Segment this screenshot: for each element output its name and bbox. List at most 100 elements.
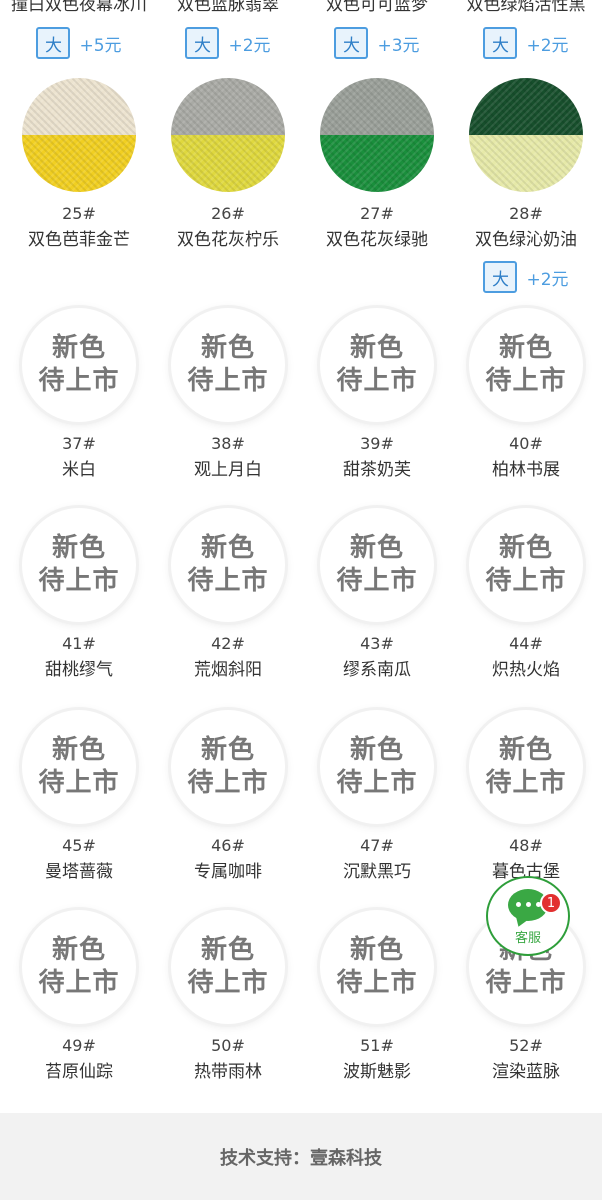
coming-soon-placeholder: 新色待上市 xyxy=(320,308,434,422)
coming-soon-placeholder: 新色待上市 xyxy=(469,710,583,824)
color-number: 49# xyxy=(62,1036,96,1055)
color-name: 曼塔蔷薇 xyxy=(45,862,113,882)
color-name: 甜茶奶芙 xyxy=(343,460,411,480)
placeholder-line1: 新色 xyxy=(498,533,553,563)
upcoming-color-item[interactable]: 新色 待上市 47# 沉默黑巧 xyxy=(302,710,452,883)
coming-soon-placeholder: 新色待上市 xyxy=(22,710,136,824)
placeholder-line2: 待上市 xyxy=(187,366,269,396)
placeholder-line2: 待上市 xyxy=(485,968,567,998)
color-number: 47# xyxy=(360,836,394,855)
color-name: 双色芭菲金芒 xyxy=(28,230,130,250)
color-number: 27# xyxy=(360,204,394,223)
placeholder-line2: 待上市 xyxy=(485,566,567,596)
service-label: 客服 xyxy=(514,930,541,946)
upcoming-color-item[interactable]: 新色 待上市 46# 专属咖啡 xyxy=(153,710,303,883)
customer-service-button[interactable]: 客服 1 xyxy=(486,876,570,956)
color-swatch-item[interactable]: 25# 双色芭菲金芒 xyxy=(4,78,154,251)
placeholder-line2: 待上市 xyxy=(485,366,567,396)
color-swatch-item[interactable]: 26# 双色花灰柠乐 xyxy=(153,78,303,251)
placeholder-line2: 待上市 xyxy=(38,366,120,396)
color-name: 双色可可蓝梦 xyxy=(326,0,428,15)
color-number: 42# xyxy=(211,634,245,653)
color-number: 40# xyxy=(509,434,543,453)
placeholder-line1: 新色 xyxy=(51,735,106,765)
color-option-top-4[interactable]: 双色绿焰活性黑 大 +2元 xyxy=(451,0,601,61)
size-tag: 大 xyxy=(483,27,518,59)
fabric-swatch xyxy=(171,78,285,192)
color-number: 52# xyxy=(509,1036,543,1055)
upcoming-color-item[interactable]: 新色 待上市 44# 炽热火焰 xyxy=(451,508,601,681)
upcoming-color-item[interactable]: 新色 待上市 42# 荒烟斜阳 xyxy=(153,508,303,681)
upcoming-color-item[interactable]: 新色 待上市 37# 米白 xyxy=(4,308,154,481)
upcoming-color-item[interactable]: 新色 待上市 38# 观上月白 xyxy=(153,308,303,481)
color-swatch-item[interactable]: 27# 双色花灰绿驰 xyxy=(302,78,452,251)
placeholder-line2: 待上市 xyxy=(187,968,269,998)
placeholder-line2: 待上市 xyxy=(38,566,120,596)
color-number: 39# xyxy=(360,434,394,453)
upcoming-color-item[interactable]: 新色 待上市 51# 波斯魅影 xyxy=(302,910,452,1083)
color-swatch-item[interactable]: 28# 双色绿沁奶油大 +2元 xyxy=(451,78,601,295)
coming-soon-placeholder: 新色待上市 xyxy=(171,710,285,824)
coming-soon-placeholder: 新色待上市 xyxy=(171,910,285,1024)
color-name: 荒烟斜阳 xyxy=(194,660,262,680)
color-number: 43# xyxy=(360,634,394,653)
placeholder-line2: 待上市 xyxy=(187,566,269,596)
coming-soon-placeholder: 新色待上市 xyxy=(320,710,434,824)
coming-soon-placeholder: 新色待上市 xyxy=(320,910,434,1024)
color-name: 双色绿焰活性黑 xyxy=(466,0,586,15)
color-name: 沉默黑巧 xyxy=(343,862,411,882)
upcoming-color-item[interactable]: 新色 待上市 40# 柏林书展 xyxy=(451,308,601,481)
upcoming-color-item[interactable]: 新色 待上市 45# 曼塔蔷薇 xyxy=(4,710,154,883)
size-tag: 大 xyxy=(334,27,369,59)
price-addon: +2元 xyxy=(228,35,271,56)
color-number: 48# xyxy=(509,836,543,855)
upcoming-color-item[interactable]: 新色 待上市 50# 热带雨林 xyxy=(153,910,303,1083)
color-number: 45# xyxy=(62,836,96,855)
placeholder-line1: 新色 xyxy=(498,333,553,363)
color-name: 观上月白 xyxy=(194,460,262,480)
placeholder-line1: 新色 xyxy=(200,533,255,563)
upcoming-color-item[interactable]: 新色 待上市 49# 苔原仙踪 xyxy=(4,910,154,1083)
placeholder-line1: 新色 xyxy=(349,735,404,765)
coming-soon-placeholder: 新色待上市 xyxy=(469,308,583,422)
color-name: 双色蓝脉翡翠 xyxy=(177,0,279,15)
color-option-top-2[interactable]: 双色蓝脉翡翠 大 +2元 xyxy=(153,0,303,61)
color-option-top-1[interactable]: 撞白双色夜幕冰川 大 +5元 xyxy=(4,0,154,61)
upcoming-color-item[interactable]: 新色 待上市 39# 甜茶奶芙 xyxy=(302,308,452,481)
color-name: 米白 xyxy=(62,460,96,480)
color-name: 双色花灰绿驰 xyxy=(326,230,428,250)
tech-support-text: 技术支持：壹森科技 xyxy=(220,1147,382,1169)
placeholder-line1: 新色 xyxy=(200,735,255,765)
placeholder-line2: 待上市 xyxy=(336,968,418,998)
placeholder-line2: 待上市 xyxy=(485,768,567,798)
placeholder-line2: 待上市 xyxy=(187,768,269,798)
color-name: 专属咖啡 xyxy=(194,862,262,882)
size-tag: 大 xyxy=(36,27,71,59)
coming-soon-placeholder: 新色待上市 xyxy=(171,508,285,622)
color-number: 44# xyxy=(509,634,543,653)
color-number: 38# xyxy=(211,434,245,453)
upcoming-color-item[interactable]: 新色 待上市 43# 缪系南瓜 xyxy=(302,508,452,681)
color-name: 苔原仙踪 xyxy=(45,1062,113,1082)
color-name: 撞白双色夜幕冰川 xyxy=(11,0,147,15)
coming-soon-placeholder: 新色待上市 xyxy=(22,508,136,622)
color-name: 热带雨林 xyxy=(194,1062,262,1082)
coming-soon-placeholder: 新色待上市 xyxy=(320,508,434,622)
fabric-swatch xyxy=(469,78,583,192)
placeholder-line2: 待上市 xyxy=(38,968,120,998)
color-option-top-3[interactable]: 双色可可蓝梦 大 +3元 xyxy=(302,0,452,61)
coming-soon-placeholder: 新色待上市 xyxy=(22,308,136,422)
upcoming-color-item[interactable]: 新色 待上市 41# 甜桃缪气 xyxy=(4,508,154,681)
color-number: 26# xyxy=(211,204,245,223)
top-color-row: 撞白双色夜幕冰川 大 +5元 双色蓝脉翡翠 大 +2元 双色可可蓝梦 大 +3元… xyxy=(0,0,602,70)
color-name: 甜桃缪气 xyxy=(45,660,113,680)
upcoming-color-item[interactable]: 新色 待上市 48# 暮色古堡 xyxy=(451,710,601,883)
color-name: 双色花灰柠乐 xyxy=(177,230,279,250)
color-number: 41# xyxy=(62,634,96,653)
placeholder-line2: 待上市 xyxy=(38,768,120,798)
color-name: 双色绿沁奶油 xyxy=(475,230,577,250)
footer: 技术支持：壹森科技 xyxy=(0,1113,602,1200)
placeholder-line1: 新色 xyxy=(498,735,553,765)
placeholder-line1: 新色 xyxy=(200,935,255,965)
size-tag: 大 xyxy=(483,261,518,293)
